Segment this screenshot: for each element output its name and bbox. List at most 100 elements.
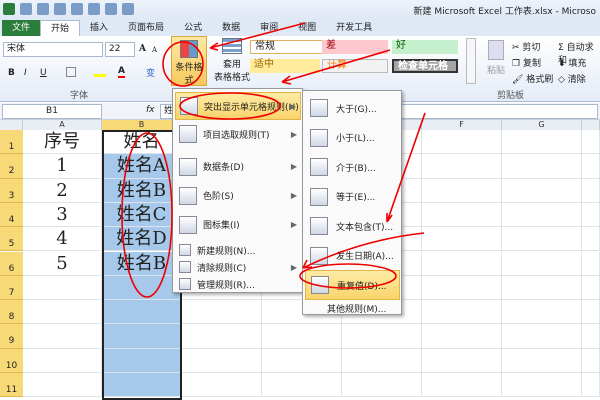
copy-label: 复制 bbox=[522, 59, 541, 69]
column-header-h[interactable] bbox=[582, 120, 600, 130]
row-header[interactable]: 2 bbox=[0, 154, 23, 179]
font-color-button[interactable]: A bbox=[118, 66, 125, 78]
brush-icon[interactable] bbox=[122, 3, 134, 15]
column-header-a[interactable]: A bbox=[23, 120, 102, 130]
row-header[interactable]: 1 bbox=[0, 130, 23, 155]
fx-icon[interactable]: fx bbox=[146, 105, 155, 115]
row-header[interactable]: 11 bbox=[0, 373, 23, 398]
submenu-item-label: 其他规则(M)... bbox=[327, 305, 387, 315]
cell-a[interactable] bbox=[23, 324, 102, 349]
format-as-table-button[interactable]: 套用 表格格式 bbox=[212, 38, 252, 83]
name-box[interactable]: B1 bbox=[2, 104, 102, 119]
style-good[interactable]: 好 bbox=[392, 40, 458, 54]
submenu-item-greater-than[interactable]: 大于(G)... bbox=[305, 93, 400, 123]
submenu-item-more-rules[interactable]: 其他规则(M)... bbox=[305, 294, 400, 324]
data-bars-icon bbox=[179, 157, 197, 176]
row-header[interactable]: 6 bbox=[0, 251, 23, 276]
tab-data[interactable]: 数据 bbox=[212, 20, 250, 36]
cell-a[interactable] bbox=[23, 348, 102, 373]
cut-button[interactable]: ✂ 剪切 bbox=[512, 40, 540, 53]
submenu-item-equal-to[interactable]: 等于(E)... bbox=[305, 182, 400, 212]
undo-icon[interactable] bbox=[37, 3, 49, 15]
conditional-format-button[interactable]: 条件格式 bbox=[171, 36, 207, 86]
tab-formulas[interactable]: 公式 bbox=[174, 20, 212, 36]
submenu-item-text-contains[interactable]: 文本包含(T)... bbox=[305, 211, 400, 241]
style-calculation[interactable]: 计算 bbox=[322, 59, 388, 73]
underline-button[interactable]: U bbox=[40, 68, 47, 78]
row-header[interactable]: 5 bbox=[0, 227, 23, 252]
selection-outline bbox=[102, 130, 182, 400]
tab-home[interactable]: 开始 bbox=[40, 20, 81, 36]
submenu-item-date-occurring[interactable]: 发生日期(A)... bbox=[305, 241, 400, 271]
menu-item-new-rule[interactable]: 新建规则(N)... bbox=[175, 242, 301, 258]
cell-a[interactable] bbox=[23, 373, 102, 398]
submenu-arrow-icon: ▶ bbox=[290, 162, 297, 171]
shrink-font-button[interactable]: A bbox=[152, 46, 157, 54]
empty-cells[interactable] bbox=[182, 324, 600, 349]
date-occurring-icon bbox=[310, 246, 328, 265]
cell-a[interactable] bbox=[23, 300, 102, 325]
paste-button[interactable]: 粘贴 bbox=[484, 40, 508, 76]
menu-item-highlight-rules[interactable]: 突出显示单元格规则(H) ▶ bbox=[175, 92, 301, 120]
menu-item-data-bars[interactable]: 数据条(D) ▶ bbox=[175, 152, 301, 181]
tab-file[interactable]: 文件 bbox=[2, 20, 41, 36]
clear-button[interactable]: ◇ 清除 bbox=[558, 72, 586, 85]
row-header[interactable]: 9 bbox=[0, 324, 23, 349]
menu-item-icon-sets[interactable]: 图标集(I) ▶ bbox=[175, 210, 301, 239]
tab-developer[interactable]: 开发工具 bbox=[326, 20, 382, 36]
submenu-item-between[interactable]: 介于(B)... bbox=[305, 152, 400, 182]
menu-item-clear-rules[interactable]: 清除规则(C) ▶ bbox=[175, 259, 301, 275]
phonetic-button[interactable]: 变 bbox=[146, 66, 155, 79]
select-all[interactable] bbox=[0, 120, 23, 130]
column-header-g[interactable]: G bbox=[502, 120, 582, 130]
form-icon[interactable] bbox=[71, 3, 83, 15]
format-painter-button[interactable]: 🖌 格式刷 bbox=[512, 72, 553, 85]
style-check-cell[interactable]: 检查单元格 bbox=[392, 59, 458, 73]
copy-button[interactable]: ❐ 复制 bbox=[512, 56, 541, 69]
menu-item-top-bottom-rules[interactable]: 项目选取规则(T) ▶ bbox=[175, 120, 301, 148]
cell-a[interactable]: 序号 bbox=[23, 130, 102, 155]
cell-a[interactable]: 3 bbox=[23, 202, 102, 228]
manage-rules-icon bbox=[179, 278, 191, 290]
print-preview-icon[interactable] bbox=[88, 3, 100, 15]
cell-a[interactable]: 4 bbox=[23, 227, 102, 252]
fill-color-button[interactable] bbox=[94, 67, 106, 77]
menu-item-color-scales[interactable]: 色阶(S) ▶ bbox=[175, 181, 301, 210]
empty-cells[interactable] bbox=[182, 373, 600, 398]
row-header[interactable]: 10 bbox=[0, 348, 23, 373]
cell-a[interactable]: 2 bbox=[23, 178, 102, 203]
tab-view[interactable]: 视图 bbox=[288, 20, 326, 36]
column-header-f[interactable]: F bbox=[422, 120, 502, 130]
tab-page-layout[interactable]: 页面布局 bbox=[118, 20, 174, 36]
save-icon[interactable] bbox=[20, 3, 32, 15]
redo-icon[interactable] bbox=[54, 3, 66, 15]
styles-scroll[interactable] bbox=[466, 38, 476, 84]
menu-item-manage-rules[interactable]: 管理规则(R)... bbox=[175, 276, 301, 292]
submenu-item-label: 大于(G)... bbox=[336, 104, 377, 115]
empty-cells[interactable] bbox=[182, 348, 600, 373]
fill-button[interactable]: ⬇ 填充 bbox=[558, 56, 586, 69]
tab-review[interactable]: 审阅 bbox=[250, 20, 288, 36]
column-header-b[interactable]: B bbox=[102, 120, 182, 130]
bold-button[interactable]: B bbox=[8, 68, 15, 78]
cell-a[interactable] bbox=[23, 275, 102, 301]
tab-insert[interactable]: 插入 bbox=[80, 20, 118, 36]
font-size-select[interactable]: 22 bbox=[105, 42, 135, 57]
cell-a[interactable]: 5 bbox=[23, 251, 102, 276]
submenu-item-less-than[interactable]: 小于(L)... bbox=[305, 123, 400, 153]
border-button[interactable] bbox=[66, 67, 76, 77]
row-header[interactable]: 8 bbox=[0, 300, 23, 325]
submenu-arrow-icon: ▶ bbox=[290, 262, 297, 272]
row-header[interactable]: 4 bbox=[0, 202, 23, 228]
row-header[interactable]: 7 bbox=[0, 275, 23, 301]
font-name-select[interactable]: 宋体 bbox=[3, 42, 103, 57]
grow-font-button[interactable]: A bbox=[139, 44, 146, 54]
table-icon[interactable] bbox=[105, 3, 117, 15]
cell-a[interactable]: 1 bbox=[23, 154, 102, 179]
style-bad[interactable]: 差 bbox=[322, 40, 388, 54]
style-neutral[interactable]: 适中 bbox=[250, 59, 320, 73]
style-normal[interactable]: 常规 bbox=[250, 40, 330, 54]
row-header[interactable]: 3 bbox=[0, 178, 23, 203]
italic-button[interactable]: I bbox=[24, 68, 27, 78]
excel-logo-icon bbox=[3, 3, 15, 15]
